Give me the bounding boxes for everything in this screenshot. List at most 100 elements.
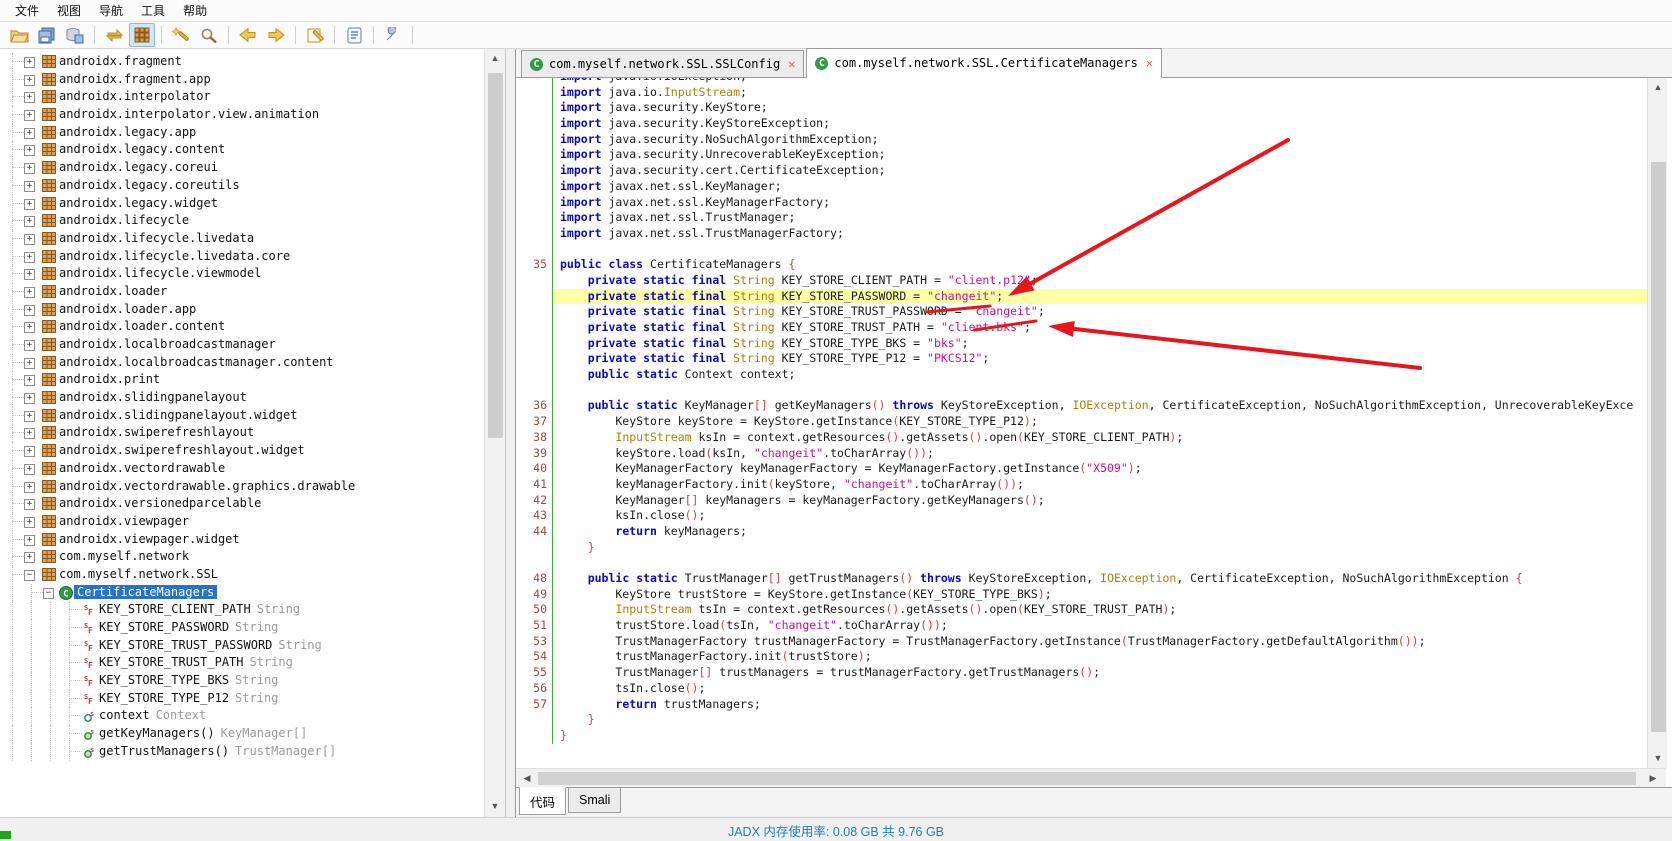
- code-line[interactable]: 56 tsIn.close();: [516, 680, 1666, 697]
- code-line[interactable]: 37 KeyStore keyStore = KeyStore.getInsta…: [516, 414, 1666, 430]
- tree-item-label[interactable]: androidx.slidingpanelayout: [56, 390, 250, 404]
- expand-icon[interactable]: +: [24, 216, 35, 228]
- editor-vertical-scrollbar[interactable]: ▲ ▼: [1647, 78, 1667, 768]
- tree-member-key_store_type_bks[interactable]: S F KEY_STORE_TYPE_BKS String: [0, 672, 483, 690]
- code-line[interactable]: 36 public static KeyManager[] getKeyMana…: [516, 398, 1666, 415]
- code-line-highlighted[interactable]: private static final String KEY_STORE_PA…: [516, 288, 1666, 305]
- code-line[interactable]: import javax.net.ssl.KeyManagerFactory;: [516, 194, 1666, 211]
- tab-label[interactable]: com.myself.network.SSL.SSLConfig: [549, 57, 780, 71]
- tree-item-label[interactable]: androidx.vectordrawable: [56, 461, 228, 475]
- save-all-icon[interactable]: [34, 23, 60, 47]
- tree-item-label[interactable]: androidx.localbroadcastmanager.content: [56, 355, 337, 369]
- expand-icon[interactable]: +: [24, 269, 35, 281]
- tree-item-label[interactable]: androidx.swiperefreshlayout.widget: [56, 443, 308, 457]
- menu-help[interactable]: 帮助: [174, 0, 216, 21]
- code-line[interactable]: private static final String KEY_STORE_TY…: [516, 335, 1666, 352]
- close-tab-icon[interactable]: ✕: [1146, 56, 1153, 70]
- tree-item-label[interactable]: androidx.fragment: [56, 54, 185, 68]
- code-line[interactable]: 51 trustStore.load(tsIn, "changeit".toCh…: [516, 618, 1666, 634]
- settings-icon[interactable]: [380, 23, 406, 47]
- tree-item-androidx.lifecycle.livedata.core[interactable]: + androidx.lifecycle.livedata.core: [0, 247, 483, 266]
- tree-item-label[interactable]: context Context: [96, 708, 209, 722]
- tree-item-label[interactable]: KEY_STORE_TRUST_PATH String: [96, 655, 296, 669]
- code-line[interactable]: }: [516, 712, 1666, 728]
- flat-packages-icon[interactable]: [129, 23, 155, 47]
- expand-icon[interactable]: +: [24, 322, 35, 334]
- code-line[interactable]: [516, 555, 1666, 571]
- expand-icon[interactable]: +: [24, 251, 35, 263]
- expand-icon[interactable]: +: [24, 304, 35, 316]
- tree-item-androidx.swiperefreshlayout.widget[interactable]: + androidx.swiperefreshlayout.widget: [0, 442, 483, 460]
- expand-icon[interactable]: +: [24, 534, 35, 546]
- tree-item-androidx.print[interactable]: + androidx.print: [0, 371, 483, 390]
- code-line[interactable]: private static final String KEY_STORE_CL…: [516, 272, 1666, 289]
- code-line[interactable]: import javax.net.ssl.TrustManager;: [516, 210, 1666, 226]
- editor-scrollbar-thumb[interactable]: [1651, 162, 1666, 732]
- code-line[interactable]: 43 ksIn.close();: [516, 508, 1666, 524]
- code-line[interactable]: 49 KeyStore trustStore = KeyStore.getIns…: [516, 586, 1666, 603]
- tree-item-label[interactable]: androidx.localbroadcastmanager: [56, 337, 279, 351]
- collapse-icon[interactable]: −: [43, 587, 54, 599]
- tree-member-key_store_trust_password[interactable]: S F KEY_STORE_TRUST_PASSWORD String: [0, 636, 483, 655]
- code-line[interactable]: private static final String KEY_STORE_TY…: [516, 351, 1666, 368]
- tree-item-label[interactable]: androidx.legacy.coreui: [56, 160, 221, 174]
- tree-item-label[interactable]: androidx.lifecycle.livedata.core: [56, 249, 293, 263]
- tree-item-androidx.legacy.coreutils[interactable]: + androidx.legacy.coreutils: [0, 176, 483, 195]
- menu-file[interactable]: 文件: [6, 0, 48, 21]
- code-line[interactable]: import java.security.KeyStoreException;: [516, 116, 1666, 132]
- tree-item-label[interactable]: androidx.legacy.coreutils: [56, 178, 243, 192]
- tree-vertical-scrollbar[interactable]: ▲ ▼: [484, 49, 505, 817]
- editor-scroll-up-button[interactable]: ▲: [1649, 80, 1667, 95]
- tree-item-androidx.slidingpanelayout[interactable]: + androidx.slidingpanelayout: [0, 389, 483, 407]
- tree-scroll-up-button[interactable]: ▲: [486, 51, 504, 66]
- tree-item-certificatemanagers[interactable]: − C CertificateManagers: [0, 583, 483, 602]
- expand-icon[interactable]: +: [24, 286, 35, 298]
- expand-icon[interactable]: +: [24, 340, 35, 351]
- code-line[interactable]: 39 keyStore.load(ksIn, "changeit".toChar…: [516, 445, 1666, 462]
- tree-item-label[interactable]: androidx.loader.app: [56, 302, 199, 316]
- expand-icon[interactable]: +: [24, 198, 35, 210]
- editor-scroll-down-button[interactable]: ▼: [1649, 751, 1667, 766]
- tree-item-label[interactable]: androidx.loader: [56, 284, 170, 298]
- tree-item-androidx.fragment.app[interactable]: + androidx.fragment.app: [0, 70, 483, 89]
- tree-item-androidx.loader.app[interactable]: + androidx.loader.app: [0, 300, 483, 319]
- panel-splitter[interactable]: [506, 49, 515, 817]
- code-line[interactable]: 41 keyManagerFactory.init(keyStore, "cha…: [516, 476, 1666, 493]
- tree-item-label[interactable]: androidx.viewpager: [56, 514, 192, 528]
- tree-item-androidx.legacy.content[interactable]: + androidx.legacy.content: [0, 141, 483, 160]
- expand-icon[interactable]: +: [24, 74, 35, 86]
- tree-item-label[interactable]: androidx.legacy.app: [56, 125, 199, 139]
- tree-item-label[interactable]: androidx.swiperefreshlayout: [56, 425, 257, 439]
- tree-item-label[interactable]: androidx.interpolator: [56, 89, 214, 103]
- tree-item-label[interactable]: getTrustManagers() TrustManager[]: [96, 744, 339, 758]
- tree-item-label[interactable]: KEY_STORE_PASSWORD String: [96, 620, 281, 634]
- text-edit-icon[interactable]: [302, 23, 328, 47]
- log-viewer-icon[interactable]: [341, 23, 367, 47]
- tree-item-label[interactable]: androidx.lifecycle: [56, 213, 192, 227]
- tree-item-label[interactable]: androidx.legacy.content: [56, 142, 228, 156]
- expand-icon[interactable]: +: [24, 516, 35, 528]
- menu-navigation[interactable]: 导航: [90, 0, 132, 21]
- expand-icon[interactable]: +: [24, 552, 35, 564]
- search-icon[interactable]: [196, 23, 222, 47]
- tree-item-androidx.lifecycle.viewmodel[interactable]: + androidx.lifecycle.viewmodel: [0, 265, 483, 283]
- tree-item-label[interactable]: com.myself.network: [56, 549, 192, 563]
- code-editor[interactable]: import java.io.IOException;import java.i…: [516, 78, 1666, 768]
- tree-item-androidx.swiperefreshlayout[interactable]: + androidx.swiperefreshlayout: [0, 424, 483, 443]
- tree-item-com.myself.network.ssl[interactable]: − com.myself.network.SSL: [0, 565, 483, 584]
- tree-item-androidx.lifecycle.livedata[interactable]: + androidx.lifecycle.livedata: [0, 229, 483, 248]
- tree-item-label[interactable]: androidx.lifecycle.livedata: [56, 231, 257, 245]
- open-file-icon[interactable]: [6, 23, 32, 47]
- code-line[interactable]: import java.security.UnrecoverableKeyExc…: [516, 147, 1666, 164]
- tree-item-label[interactable]: androidx.versionedparcelable: [56, 496, 264, 510]
- tree-item-androidx.vectordrawable.graphics.drawable[interactable]: + androidx.vectordrawable.graphics.drawab…: [0, 477, 483, 496]
- expand-icon[interactable]: +: [24, 499, 35, 511]
- expand-icon[interactable]: +: [24, 163, 35, 175]
- code-line[interactable]: private static final String KEY_STORE_TR…: [516, 304, 1666, 320]
- tree-item-label[interactable]: CertificateManagers: [74, 584, 218, 599]
- code-line[interactable]: 53 TrustManagerFactory trustManagerFacto…: [516, 633, 1666, 650]
- tree-item-label[interactable]: getKeyManagers() KeyManager[]: [96, 726, 310, 740]
- tree-item-label[interactable]: KEY_STORE_TYPE_P12 String: [96, 691, 281, 705]
- menu-tools[interactable]: 工具: [132, 0, 174, 21]
- editor-scroll-right-button[interactable]: ▶: [1644, 771, 1662, 786]
